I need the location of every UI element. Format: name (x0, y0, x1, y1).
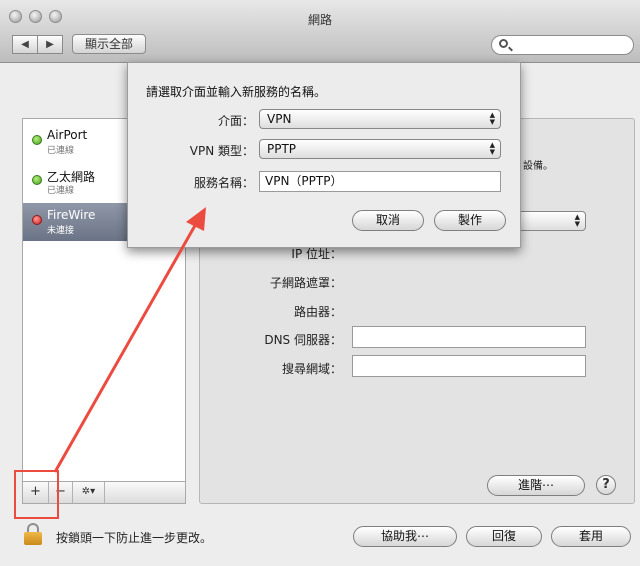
annotation-arrow-icon (53, 207, 206, 473)
network-preferences-window: 網路 ◀ ▶ 顯示全部 AirPort 已連線 乙太網路 已連線 FireWir… (0, 0, 640, 566)
